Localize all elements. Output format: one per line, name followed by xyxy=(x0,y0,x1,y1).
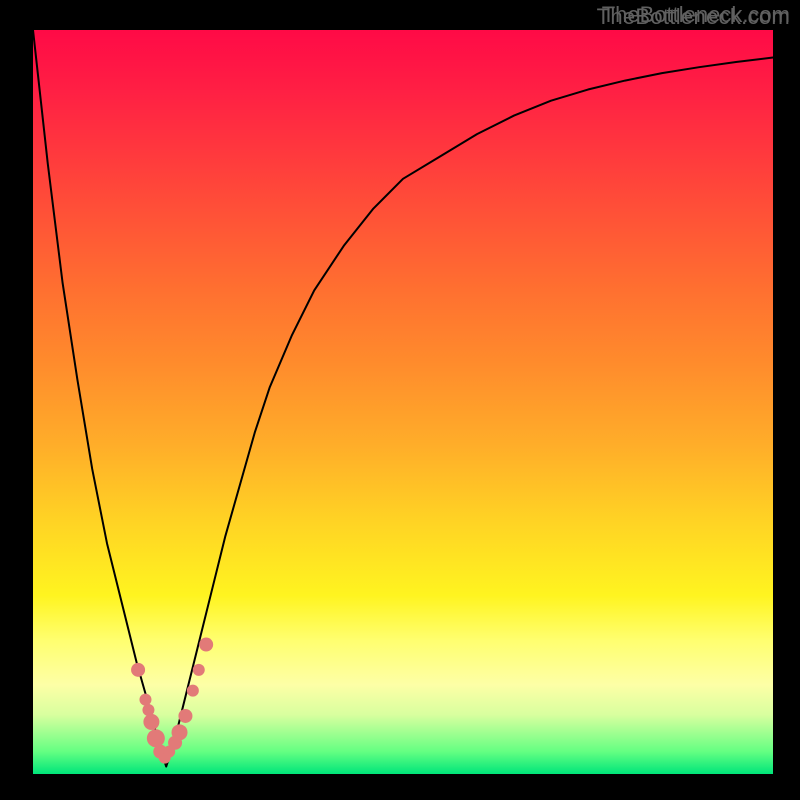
curve-marker xyxy=(178,709,192,723)
chart-frame: TheBottleneck.com TheBottleneck.com xyxy=(0,0,800,800)
curve-marker xyxy=(147,729,165,747)
bottleneck-curve xyxy=(33,30,773,767)
frame-border-segment xyxy=(773,0,800,800)
curve-layer: TheBottleneck.com xyxy=(0,0,800,800)
curve-marker xyxy=(143,714,159,730)
curve-marker xyxy=(139,694,151,706)
curve-marker xyxy=(172,724,188,740)
curve-marker xyxy=(187,685,199,697)
watermark-text: TheBottleneck.com xyxy=(597,4,790,30)
curve-marker xyxy=(131,663,145,677)
frame-border-segment xyxy=(0,0,33,800)
curve-marker xyxy=(193,664,205,676)
frame-border-segment xyxy=(0,774,800,800)
curve-marker xyxy=(199,638,213,652)
